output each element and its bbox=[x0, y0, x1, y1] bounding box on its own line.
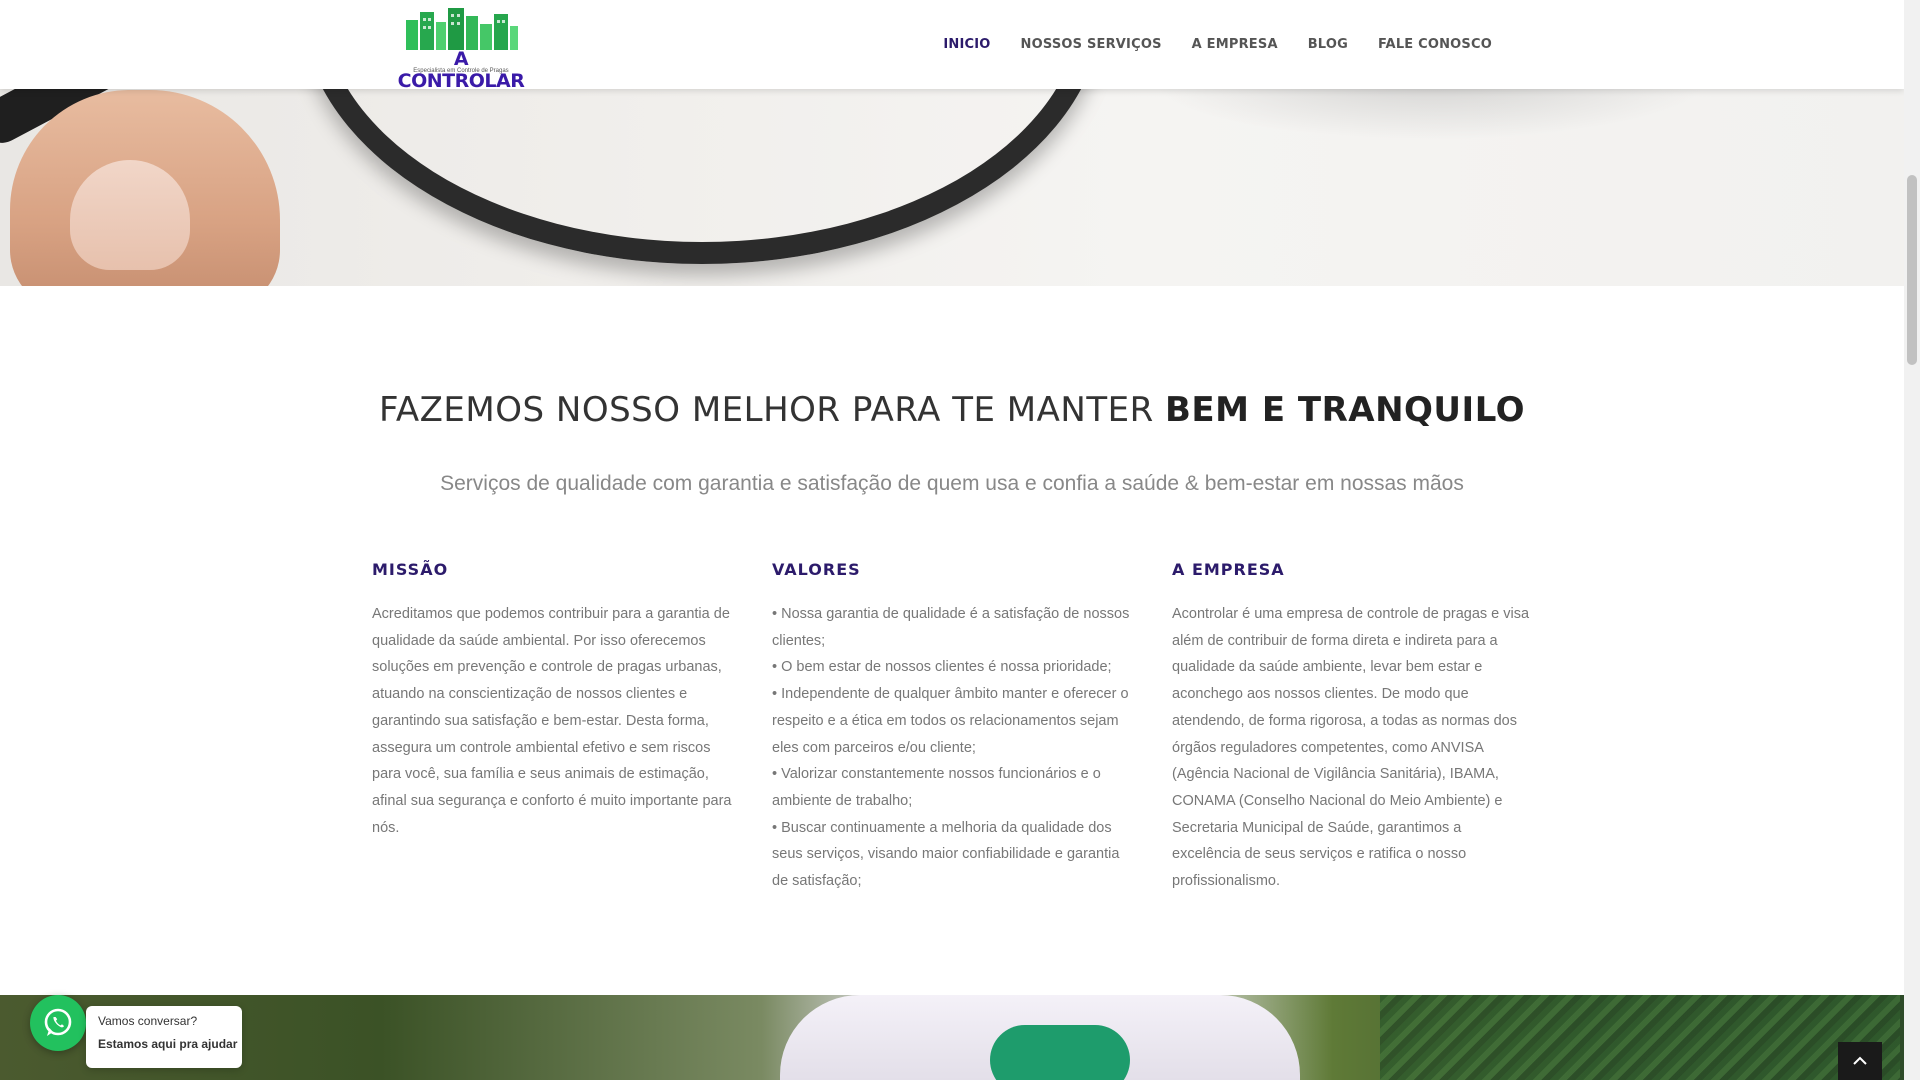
page-scrollbar[interactable] bbox=[1904, 0, 1920, 1080]
main-menu: INICIO NOSSOS SERVIÇOS A EMPRESA BLOG FA… bbox=[943, 0, 1492, 89]
hero-thumbnail-nail bbox=[70, 160, 190, 270]
valores-item: • Independente de qualquer âmbito manter… bbox=[772, 686, 1129, 756]
whatsapp-text-bold: Estamos aqui pra ajudar bbox=[98, 1037, 238, 1051]
column-text-a-empresa: Acontrolar é uma empresa de controle de … bbox=[1172, 606, 1530, 890]
column-text-missao: Acreditamos que podemos contribuir para … bbox=[372, 606, 732, 836]
column-title-missao: MISSÃO bbox=[372, 560, 449, 579]
valores-item: • Nossa garantia de qualidade é a satisf… bbox=[772, 606, 1130, 649]
column-missao: MISSÃO Acreditamos que podemos contribui… bbox=[372, 560, 732, 841]
column-title-a-empresa: A EMPRESA bbox=[1172, 560, 1285, 579]
nav-item-nossos-servicos[interactable]: NOSSOS SERVIÇOS bbox=[1021, 37, 1162, 52]
nav-item-a-empresa[interactable]: A EMPRESA bbox=[1192, 37, 1278, 52]
headline-light: FAZEMOS NOSSO MELHOR PARA TE MANTER bbox=[378, 390, 1154, 430]
green-glove bbox=[990, 1025, 1130, 1080]
nav-item-blog[interactable]: BLOG bbox=[1308, 37, 1348, 52]
nav-item-fale-conosco[interactable]: FALE CONOSCO bbox=[1378, 37, 1492, 52]
nav-item-inicio[interactable]: INICIO bbox=[943, 37, 990, 52]
section-subtitle: Serviços de qualidade com garantia e sat… bbox=[440, 472, 1464, 495]
scrollbar-thumb[interactable] bbox=[1907, 175, 1917, 365]
logo-buildings-icon bbox=[406, 8, 518, 50]
column-valores: VALORES • Nossa garantia de qualidade é … bbox=[772, 560, 1132, 895]
valores-item: • O bem estar de nossos clientes é nossa… bbox=[772, 659, 1112, 676]
chevron-up-icon bbox=[1853, 1056, 1867, 1065]
headline-bold: BEM E TRANQUILO bbox=[1165, 390, 1526, 430]
whatsapp-text-regular: Vamos conversar? bbox=[98, 1014, 198, 1028]
whatsapp-button[interactable] bbox=[30, 995, 86, 1051]
column-text-valores: • Nossa garantia de qualidade é a satisf… bbox=[772, 601, 1132, 895]
back-to-top-button[interactable] bbox=[1838, 1042, 1882, 1080]
valores-item: • Buscar continuamente a melhoria da qua… bbox=[772, 819, 1120, 890]
column-a-empresa: A EMPRESA Acontrolar é uma empresa de co… bbox=[1172, 560, 1532, 895]
pest-control-photo bbox=[0, 995, 1904, 1080]
shrub-foliage bbox=[1380, 995, 1900, 1080]
site-logo[interactable]: A CONTROLAR Especialista em Controle de … bbox=[392, 6, 530, 92]
top-navbar: A CONTROLAR Especialista em Controle de … bbox=[0, 0, 1904, 92]
whatsapp-icon bbox=[44, 1008, 72, 1036]
section-headline: FAZEMOS NOSSO MELHOR PARA TE MANTER BEM … bbox=[0, 390, 1904, 430]
column-title-valores: VALORES bbox=[772, 560, 861, 579]
whatsapp-chat-bubble[interactable]: Vamos conversar? Estamos aqui pra ajudar bbox=[86, 1006, 242, 1068]
logo-tagline: Especialista em Controle de Pragas bbox=[413, 68, 509, 74]
valores-item: • Valorizar constantemente nossos funcio… bbox=[772, 766, 1101, 809]
